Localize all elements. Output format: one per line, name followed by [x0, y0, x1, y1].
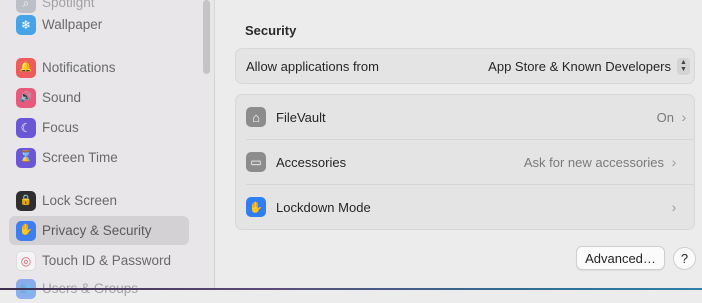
sidebar-item-label: Touch ID & Password	[42, 253, 172, 268]
sidebar-item-label: Sound	[42, 90, 82, 105]
row-value: Ask for new accessories	[523, 154, 664, 170]
sidebar-item-focus[interactable]: ☾ Focus	[9, 113, 189, 142]
notifications-icon: 🔔	[16, 57, 36, 78]
lockdown-mode-row[interactable]: ✋ Lockdown Mode ›	[246, 184, 694, 229]
main-pane: Security Allow applications from App Sto…	[215, 0, 702, 288]
sidebar-item-lock-screen[interactable]: 🔒 Lock Screen	[9, 186, 189, 215]
filevault-row[interactable]: ⌂ FileVault On ›	[236, 95, 694, 139]
focus-icon: ☾	[16, 117, 36, 138]
sidebar-item-label: Screen Time	[42, 150, 118, 165]
allow-apps-row: Allow applications from App Store & Know…	[236, 49, 694, 83]
allow-apps-label: Allow applications from	[246, 58, 379, 74]
sidebar: ⌕ Spotlight ❄ Wallpaper 🔔 Notifications …	[0, 0, 215, 299]
advanced-button[interactable]: Advanced…	[576, 246, 665, 270]
chevron-right-icon: ›	[671, 199, 677, 215]
help-button[interactable]: ?	[673, 247, 696, 270]
section-title: Security	[245, 23, 297, 38]
security-options-group: ⌂ FileVault On › ▭ Accessories Ask for n…	[235, 94, 695, 230]
sidebar-item-label: Wallpaper	[42, 17, 103, 32]
filevault-icon: ⌂	[246, 107, 266, 127]
screen-time-icon: ⌛	[16, 147, 36, 168]
popup-chevrons-icon: ▲ ▼	[677, 57, 690, 75]
allow-apps-popup[interactable]: App Store & Known Developers ▲ ▼	[488, 57, 690, 75]
sidebar-item-wallpaper[interactable]: ❄ Wallpaper	[9, 10, 189, 39]
sidebar-item-screen-time[interactable]: ⌛ Screen Time	[9, 143, 189, 172]
fingerprint-icon: ◎	[16, 250, 36, 271]
sidebar-item-label: Lock Screen	[42, 193, 118, 208]
row-value: On	[656, 109, 674, 125]
accessories-row[interactable]: ▭ Accessories Ask for new accessories ›	[246, 139, 694, 184]
sound-icon: 🔊	[16, 87, 36, 108]
sidebar-item-touch-id[interactable]: ◎ Touch ID & Password	[9, 246, 189, 275]
chevron-right-icon: ›	[671, 154, 677, 170]
accessories-icon: ▭	[246, 152, 266, 172]
wallpaper-icon: ❄	[16, 14, 36, 35]
sidebar-item-label: Privacy & Security	[42, 223, 152, 238]
row-label: FileVault	[276, 109, 326, 125]
allow-apps-value: App Store & Known Developers	[488, 58, 671, 74]
sidebar-item-label: Spotlight	[42, 0, 95, 10]
sidebar-scrollbar[interactable]	[203, 0, 210, 74]
lock-icon: 🔒	[16, 190, 36, 211]
allow-apps-group: Allow applications from App Store & Know…	[235, 48, 695, 84]
privacy-hand-icon: ✋	[16, 220, 36, 241]
sidebar-item-notifications[interactable]: 🔔 Notifications	[9, 53, 189, 82]
row-label: Accessories	[276, 154, 347, 170]
row-label: Lockdown Mode	[276, 199, 371, 215]
sidebar-item-label: Notifications	[42, 60, 116, 75]
sidebar-item-privacy-security[interactable]: ✋ Privacy & Security	[9, 216, 189, 245]
chevron-right-icon: ›	[681, 109, 687, 125]
lockdown-hand-icon: ✋	[246, 197, 266, 217]
sidebar-item-label: Focus	[42, 120, 79, 135]
sidebar-item-sound[interactable]: 🔊 Sound	[9, 83, 189, 112]
